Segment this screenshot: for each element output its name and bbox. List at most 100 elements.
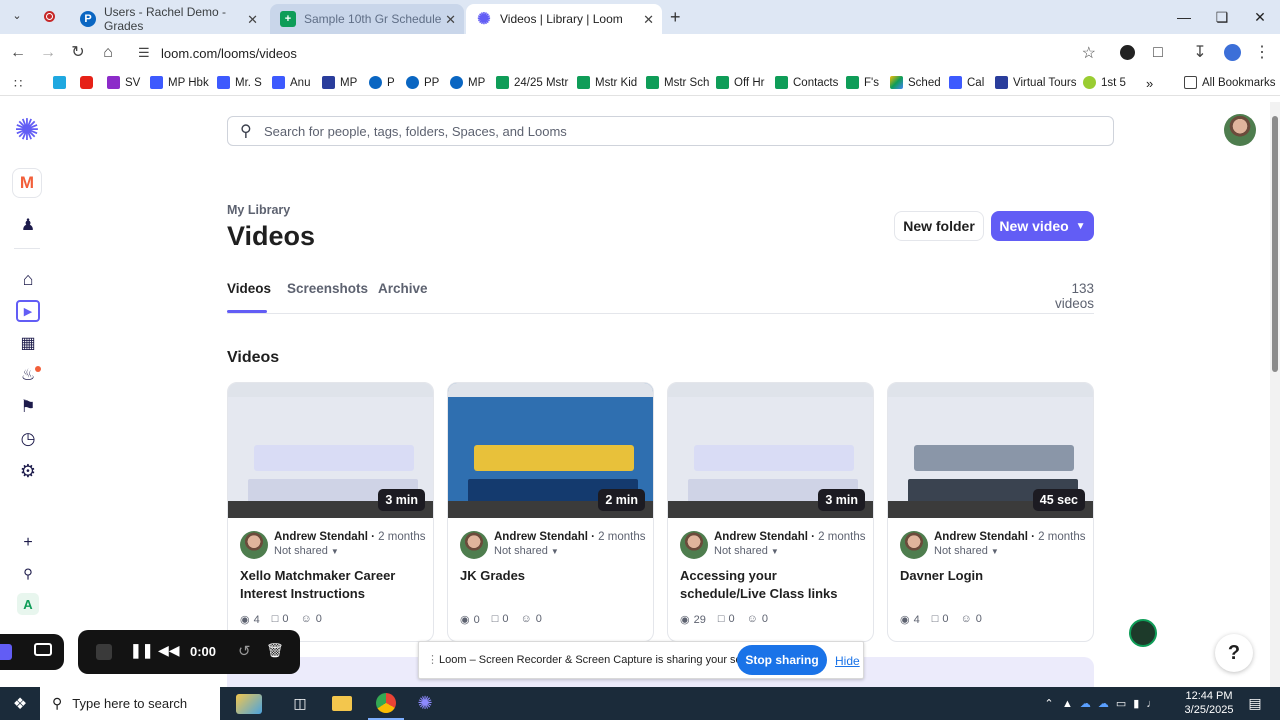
home-icon[interactable]: ⌂ [98,43,118,63]
stop-sharing-button[interactable]: Stop sharing [737,645,827,675]
new-tab-button[interactable]: + [670,7,681,28]
bookmark-mstr-kid[interactable]: Mstr Kid [577,76,637,89]
watch-later-icon[interactable]: ⚑ [17,396,39,418]
rewind-icon[interactable]: ◀◀ [158,642,180,659]
maximize-button[interactable]: ❏ [1202,6,1242,28]
onedrive-icon[interactable]: ☁ [1080,697,1091,710]
file-explorer-icon[interactable] [326,687,358,720]
video-title[interactable]: Davner Login [900,567,1085,585]
history-icon[interactable]: ◷ [17,428,39,450]
bookmark-star-icon[interactable]: ☆ [1082,43,1096,63]
bookmark-virtual-tours[interactable]: Virtual Tours [995,76,1077,89]
home-icon[interactable]: ⌂ [17,268,39,290]
video-card[interactable]: 3 min Andrew Stendahl · 2 months Not share… [227,382,434,642]
library-icon[interactable]: ▶ [16,300,40,322]
tray-icons[interactable]: ▲ ☁ ☁ ▭ ▮ ♩ [1062,687,1180,720]
extensions-puzzle-icon[interactable]: □ [1148,43,1168,63]
bookmark-mstr-sch[interactable]: Mstr Sch [646,76,709,89]
notification-center-icon[interactable]: ▤ [1240,687,1270,720]
apps-grid-icon[interactable]: ∷ [14,76,22,92]
bookmark-mp-2[interactable]: MP [450,76,485,89]
new-video-button[interactable]: New video ▼ [991,211,1094,241]
breadcrumb[interactable]: My Library [227,203,290,217]
minimize-button[interactable]: — [1164,6,1204,28]
loom-taskbar-icon[interactable]: ✺ [408,687,442,720]
members-icon[interactable]: ♟ [17,214,39,236]
forward-icon[interactable]: → [38,43,58,63]
video-title[interactable]: Xello Matchmaker Career Interest Instruc… [240,567,425,603]
chrome-icon[interactable] [368,687,404,720]
bookmark-anu[interactable]: Anu [272,76,310,89]
bookmark-cal[interactable]: Cal [949,76,984,89]
page-scrollbar[interactable] [1270,102,1280,687]
tab-search-icon[interactable]: ⌄ [8,9,26,25]
site-info-icon[interactable]: ☰ [138,45,150,61]
bookmark-mp-hbk[interactable]: MP Hbk [150,76,209,89]
all-bookmarks[interactable]: All Bookmarks [1184,76,1276,89]
video-title[interactable]: JK Grades [460,567,645,585]
capture-float-button[interactable] [1129,619,1157,647]
tab-archive[interactable]: Archive [378,281,428,296]
download-icon[interactable]: ↧ [1190,43,1210,63]
taskbar-clock[interactable]: 12:44 PM 3/25/2025 [1182,689,1236,717]
more-bookmarks-icon[interactable]: » [1146,76,1153,91]
menu-icon[interactable]: ⋮ [1252,43,1272,63]
share-status[interactable]: Not shared ▼ [494,545,559,557]
tab-videos[interactable]: Videos [227,281,271,296]
extension-icon[interactable] [1117,43,1137,63]
back-icon[interactable]: ← [8,43,28,63]
video-thumbnail[interactable]: 45 sec [888,383,1093,518]
search-spaces-icon[interactable]: ⚲ [17,563,39,585]
bookmark-icon-only[interactable] [53,76,71,89]
video-title[interactable]: Accessing your schedule/Live Class links [680,567,865,603]
loom-logo-icon[interactable]: ✺ [13,114,41,147]
url-text[interactable]: loom.com/looms/videos [161,46,297,61]
meet-icon[interactable]: ▮ [1133,697,1139,710]
battery-icon[interactable]: ▭ [1116,697,1126,710]
help-button[interactable]: ? [1215,634,1253,672]
address-bar[interactable]: ☰ loom.com/looms/videos ☆ [130,38,1110,68]
stop-recording-button[interactable] [96,644,112,660]
volume-icon[interactable]: ♩ [1146,698,1157,710]
bookmark-mr-s[interactable]: Mr. S [217,76,262,89]
drag-handle-icon[interactable]: ⋮ [427,653,438,666]
video-thumbnail[interactable]: 3 min [668,383,873,518]
bookmark-24-25-mstr[interactable]: 24/25 Mstr [496,76,568,89]
reload-icon[interactable]: ↻ [68,43,88,63]
bookmark-contacts[interactable]: Contacts [775,76,838,89]
youtube-icon[interactable] [80,76,98,89]
video-card[interactable]: 2 min Andrew Stendahl · 2 months Not share… [447,382,654,642]
tab-screenshots[interactable]: Screenshots [287,281,368,296]
hide-link[interactable]: Hide [835,654,860,668]
tab-grades[interactable]: P Users - Rachel Demo - Grades ✕ [70,4,266,34]
close-window-button[interactable]: ✕ [1240,6,1280,28]
video-thumbnail[interactable]: 2 min [448,383,653,518]
new-folder-button[interactable]: New folder [894,211,984,241]
delete-icon[interactable]: 🗑 [266,642,284,659]
tray-chevron-icon[interactable]: ⌃ [1040,687,1058,720]
search-input[interactable]: ⚲ Search for people, tags, folders, Spac… [227,116,1114,146]
tab-schedule[interactable]: + Sample 10th Gr Schedule - Goo ✕ [270,4,464,34]
windows-start-icon[interactable]: ❖ [0,687,40,720]
share-status[interactable]: Not shared ▼ [714,545,779,557]
bookmark-1st-5[interactable]: 1st 5 [1083,76,1126,89]
network-icon[interactable]: ▲ [1062,698,1073,710]
space-avatar[interactable]: A [17,593,39,615]
bookmark-off-hr[interactable]: Off Hr [716,76,764,89]
taskbar-search[interactable]: ⚲ Type here to search [40,687,220,720]
task-view-icon[interactable]: ◫ [284,687,316,720]
video-card[interactable]: 3 min Andrew Stendahl · 2 months Not share… [667,382,874,642]
video-thumbnail[interactable]: 3 min [228,383,433,518]
tab-loom[interactable]: ✺ Videos | Library | Loom ✕ [466,4,662,34]
loom-camera-bubble[interactable] [0,634,64,670]
scrollbar-thumb[interactable] [1272,116,1278,372]
share-status[interactable]: Not shared ▼ [274,545,339,557]
share-status[interactable]: Not shared ▼ [934,545,999,557]
pause-icon[interactable]: ❚❚ [130,642,153,659]
bookmark-mp[interactable]: MP [322,76,357,89]
user-avatar[interactable] [1224,114,1256,146]
bookmark-p[interactable]: P [369,76,395,89]
calendar-icon[interactable]: ▦ [17,332,39,354]
close-tab-icon[interactable]: ✕ [445,12,456,28]
bookmark-sched[interactable]: Sched [890,76,941,89]
